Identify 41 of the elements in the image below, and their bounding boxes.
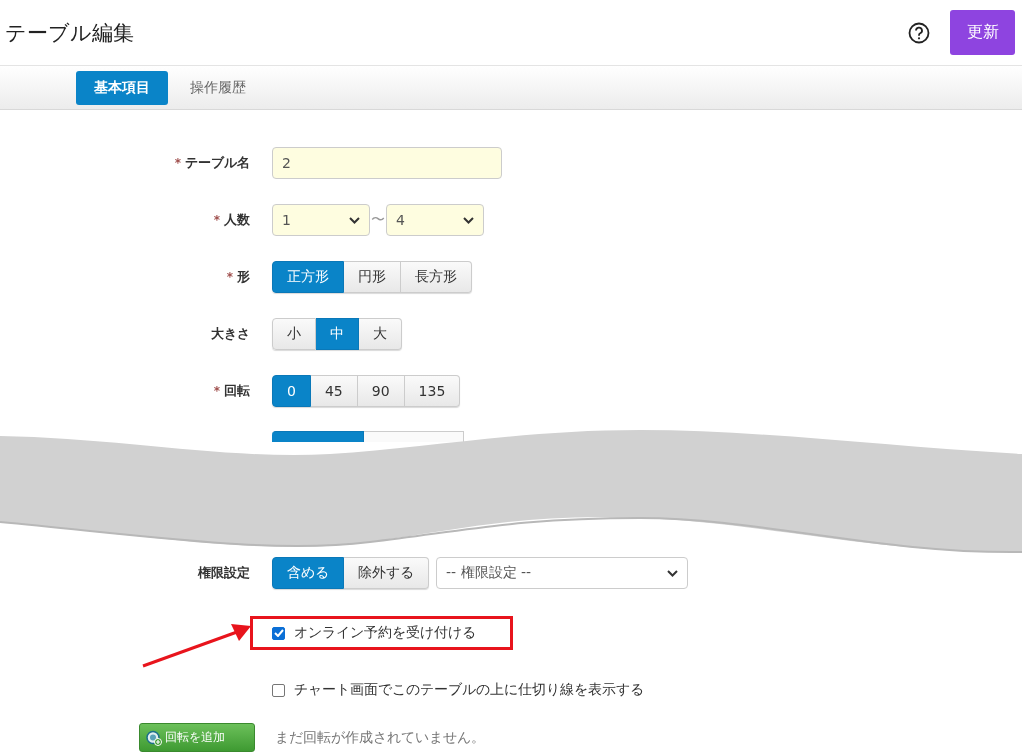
required-mark: * [174,156,181,170]
checkbox[interactable] [272,683,285,697]
chevron-icon [667,569,678,577]
tab[interactable]: 基本項目 [76,70,168,105]
segment-button[interactable]: 45 [310,375,358,407]
field-label: 人数 [224,211,250,229]
field-label: 大きさ [211,325,250,343]
tab[interactable]: 操作履歴 [176,71,260,104]
required-mark: * [213,213,220,227]
segment-button[interactable]: 円形 [344,261,401,293]
chevron-icon [349,216,360,224]
checkbox[interactable] [272,626,285,640]
update-button[interactable]: 更新 [950,10,1015,55]
segment-button[interactable]: 小 [272,318,316,350]
select-field[interactable]: 4 [386,204,484,236]
checkbox-label: チャート画面でこのテーブルの上に仕切り線を表示する [294,681,644,699]
field-label: 権限設定 [198,564,250,582]
segment-button[interactable]: 中 [316,318,359,350]
range-separator: 〜 [371,211,385,229]
checkbox-label: オンライン予約を受け付ける [294,624,476,642]
required-mark: * [213,384,220,398]
segment-button[interactable]: 正方形 [272,261,344,293]
field-label: テーブル名 [185,154,250,172]
segment-button[interactable]: 除外する [344,557,429,589]
page-title: テーブル編集 [5,19,134,47]
help-icon[interactable] [908,21,930,44]
select-field[interactable]: 1 [272,204,370,236]
chevron-icon [463,216,474,224]
segment-button[interactable]: 135 [404,375,461,407]
segment-button[interactable]: 長方形 [401,261,472,293]
segment-button[interactable]: 0 [272,375,311,407]
segment-button[interactable]: 大 [359,318,402,350]
rotate-add-icon [146,729,162,746]
segment-button[interactable]: 含める [272,557,344,589]
select-field[interactable]: -- 権限設定 -- [436,557,688,589]
empty-message: まだ回転が作成されていません。 [275,728,485,747]
text-field[interactable]: 2 [272,147,502,179]
required-mark: * [226,270,233,284]
field-label: 形 [237,268,250,286]
field-label: 回転 [224,382,250,400]
segment-button[interactable]: 90 [357,375,405,407]
